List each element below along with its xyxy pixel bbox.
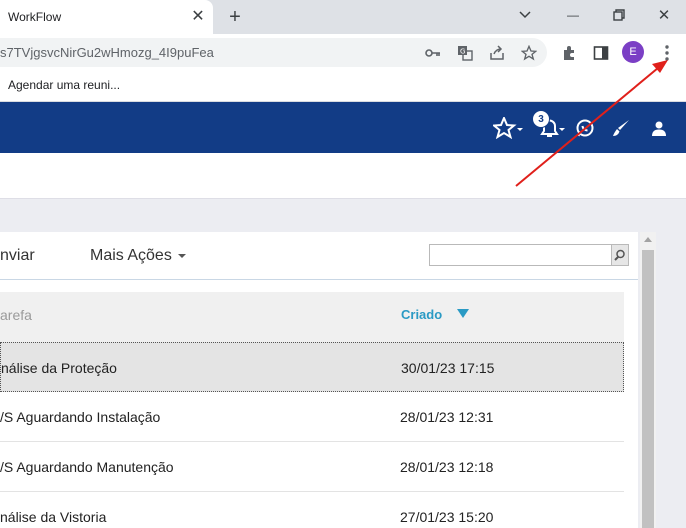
tab-title: WorkFlow xyxy=(8,10,62,24)
search-icon xyxy=(614,249,625,261)
bookmark-item[interactable]: Agendar uma reuni... xyxy=(8,78,120,92)
task-table: arefa Criado nálise da Proteção 30/01/23 … xyxy=(0,292,624,528)
task-panel: nviar Mais Ações arefa Criado nálise da … xyxy=(0,232,638,528)
created-date-cell: 30/01/23 17:15 xyxy=(401,360,495,376)
extensions-icon[interactable] xyxy=(558,42,580,64)
close-icon: ✕ xyxy=(657,7,671,24)
whatsapp-icon[interactable] xyxy=(574,116,596,140)
key-icon[interactable] xyxy=(422,42,444,64)
sub-header xyxy=(0,153,686,199)
notification-count-badge: 3 xyxy=(532,110,550,128)
bookmark-star-icon[interactable] xyxy=(518,42,540,64)
send-action[interactable]: nviar xyxy=(0,247,35,265)
scroll-up-arrow-icon[interactable] xyxy=(644,237,652,242)
browser-toolbar: s7TVjgsvcNirGu2wHmozg_4I9puFea G xyxy=(0,34,686,72)
sort-descending-icon[interactable] xyxy=(457,309,469,318)
task-name-cell: /S Aguardando Instalação xyxy=(0,409,161,425)
restore-button[interactable] xyxy=(606,4,632,26)
paint-brush-icon[interactable] xyxy=(610,116,632,140)
new-tab-button[interactable]: + xyxy=(224,6,246,28)
svg-text:G: G xyxy=(460,48,465,56)
created-date-cell: 27/01/23 15:20 xyxy=(400,509,494,525)
task-name-cell: nálise da Proteção xyxy=(1,360,117,376)
restore-icon xyxy=(613,9,625,21)
column-header-created[interactable]: Criado xyxy=(401,307,442,322)
created-date-cell: 28/01/23 12:18 xyxy=(400,459,494,475)
table-row[interactable]: nálise da Vistoria 27/01/23 15:20 xyxy=(0,492,624,528)
favorites-star-icon[interactable] xyxy=(493,116,525,140)
created-date-cell: 28/01/23 12:31 xyxy=(400,409,494,425)
action-bar: nviar Mais Ações xyxy=(0,232,638,280)
table-row[interactable]: /S Aguardando Manutenção 28/01/23 12:18 xyxy=(0,442,624,492)
url-text[interactable]: s7TVjgsvcNirGu2wHmozg_4I9puFea xyxy=(0,45,214,60)
table-header: arefa Criado xyxy=(0,292,624,342)
tab-strip: WorkFlow ✕ + — ✕ xyxy=(0,0,686,34)
task-name-cell: /S Aguardando Manutenção xyxy=(0,459,174,475)
table-row[interactable]: nálise da Proteção 30/01/23 17:15 xyxy=(0,342,624,392)
more-actions-dropdown[interactable]: Mais Ações xyxy=(90,247,186,265)
scrollbar-thumb[interactable] xyxy=(642,250,654,528)
bookmark-bar: Agendar uma reuni... xyxy=(0,72,686,102)
minimize-button[interactable]: — xyxy=(560,4,586,26)
user-profile-icon[interactable] xyxy=(648,116,670,140)
tab-search-icon[interactable] xyxy=(512,4,538,26)
search-button[interactable] xyxy=(611,245,628,265)
kebab-menu-icon[interactable] xyxy=(656,42,678,64)
window-close-button[interactable]: ✕ xyxy=(651,4,677,26)
table-body: nálise da Proteção 30/01/23 17:15/S Aguar… xyxy=(0,342,624,528)
vertical-scrollbar[interactable] xyxy=(640,232,656,528)
minimize-icon: — xyxy=(567,8,579,22)
share-icon[interactable] xyxy=(486,42,508,64)
side-panel-icon[interactable] xyxy=(590,42,612,64)
column-header-task[interactable]: arefa xyxy=(0,307,32,323)
app-header xyxy=(0,102,686,153)
caret-down-icon xyxy=(177,253,186,258)
browser-tab[interactable]: WorkFlow ✕ xyxy=(0,0,213,34)
search-input[interactable] xyxy=(429,244,629,266)
translate-icon[interactable]: G xyxy=(454,42,476,64)
more-actions-label: Mais Ações xyxy=(90,247,172,264)
profile-avatar[interactable]: E xyxy=(622,41,644,63)
table-row[interactable]: /S Aguardando Instalação 28/01/23 12:31 xyxy=(0,392,624,442)
task-name-cell: nálise da Vistoria xyxy=(0,509,107,525)
tab-close-icon[interactable]: ✕ xyxy=(188,7,208,27)
